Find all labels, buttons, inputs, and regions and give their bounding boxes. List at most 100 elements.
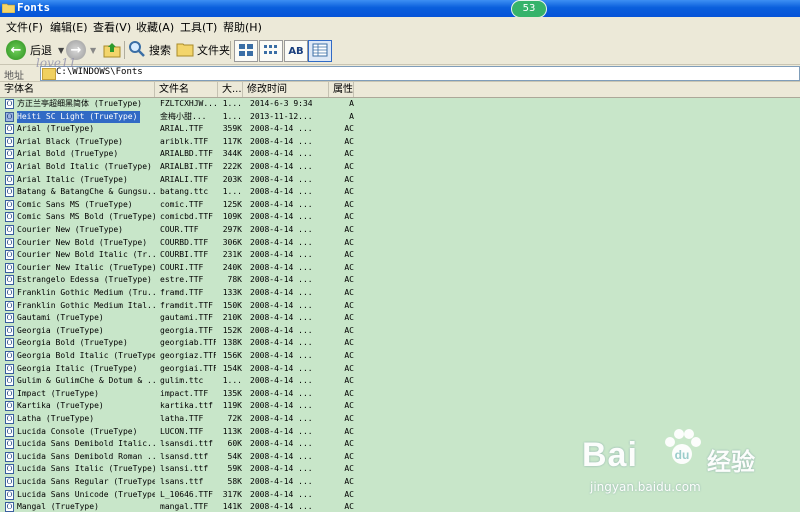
view-large-icons-button[interactable]: [234, 40, 258, 62]
table-row[interactable]: O Impact (TrueType) impact.TTF 135K 2008-4-1…: [0, 388, 800, 400]
view-list-button[interactable]: [259, 40, 283, 62]
table-row[interactable]: O Arial Bold Italic (TrueType) ARIALBI.TTF…: [0, 161, 800, 173]
font-name-cell: Georgia Italic (TrueType): [17, 363, 138, 373]
file-name-cell: 金梅小甜...: [160, 111, 207, 121]
truetype-font-icon: O: [5, 124, 14, 135]
truetype-font-icon: O: [5, 187, 14, 198]
file-name-cell: framd.TTF: [160, 288, 204, 297]
font-name-cell: Heiti SC Light (TrueType): [17, 110, 141, 123]
attributes-cell: AC: [344, 325, 354, 335]
chevron-down-icon[interactable]: ▼: [90, 46, 96, 55]
table-row[interactable]: O Georgia Bold (TrueType) georgiab.TTF 138K…: [0, 337, 800, 349]
file-name-cell: georgiai.TTF: [160, 363, 216, 373]
address-input[interactable]: C:\WINDOWS\Fonts: [40, 66, 800, 81]
modified-cell: 2008-4-14 ...: [250, 464, 312, 474]
size-cell: 1...: [222, 376, 242, 386]
modified-cell: 2014-6-3 9:34: [250, 99, 312, 108]
table-row[interactable]: O Batang & BatangChe & Gungsu... batang.tt…: [0, 186, 800, 198]
file-name-cell: COURI.TTF: [160, 262, 204, 272]
file-name-cell: ARIAL.TTF: [160, 124, 204, 134]
column-header-font-name[interactable]: 字体名: [0, 82, 155, 97]
size-cell: 113K: [222, 426, 242, 436]
size-cell: 54K: [227, 451, 242, 461]
file-name-cell: gulim.ttc: [160, 376, 204, 386]
file-name-cell: estre.TTF: [160, 275, 204, 285]
column-header-size[interactable]: 大...: [218, 82, 243, 97]
menu-help[interactable]: 帮助(H): [223, 19, 262, 35]
font-name-cell: Mangal (TrueType): [17, 502, 99, 512]
font-name-cell: Gautami (TrueType): [17, 313, 104, 323]
table-row[interactable]: O Georgia (TrueType) georgia.TTF 152K 2008-4…: [0, 325, 800, 337]
table-row[interactable]: O Arial Italic (TrueType) ARIALI.TTF 203K 20…: [0, 174, 800, 186]
table-row[interactable]: O Georgia Italic (TrueType) georgiai.TTF 15…: [0, 363, 800, 375]
table-row[interactable]: O Courier New Bold (TrueType) COURBD.TTF 30…: [0, 237, 800, 249]
table-row[interactable]: O Latha (TrueType) latha.TTF 72K 2008-4-14 .…: [0, 413, 800, 425]
table-row[interactable]: O Courier New (TrueType) COUR.TTF 297K 2008-…: [0, 224, 800, 236]
font-name-cell: Comic Sans MS (TrueType): [17, 199, 133, 209]
modified-cell: 2008-4-14 ...: [250, 338, 312, 348]
file-name-cell: comic.TTF: [160, 199, 204, 209]
table-row[interactable]: O Arial Bold (TrueType) ARIALBD.TTF 344K 200…: [0, 148, 800, 160]
table-row[interactable]: O Comic Sans MS Bold (TrueType) comicbd.TT…: [0, 211, 800, 223]
file-name-cell: COURBD.TTF: [160, 237, 209, 247]
table-row[interactable]: O Gautami (TrueType) gautami.TTF 210K 2008-4…: [0, 312, 800, 324]
table-row[interactable]: O Franklin Gothic Medium Ital... framdit.T…: [0, 300, 800, 312]
modified-cell: 2008-4-14 ...: [250, 351, 312, 360]
chevron-down-icon[interactable]: ▼: [58, 46, 64, 55]
column-header-attributes[interactable]: 属性: [329, 82, 354, 97]
table-row[interactable]: O Arial (TrueType) ARIAL.TTF 359K 2008-4-14 …: [0, 123, 800, 135]
file-name-cell: lsansd.ttf: [160, 451, 209, 461]
menu-edit[interactable]: 编辑(E): [50, 19, 88, 35]
file-name-cell: georgiaz.TTF: [160, 351, 216, 360]
svg-text:du: du: [675, 448, 690, 462]
attributes-cell: AC: [344, 451, 354, 461]
table-row[interactable]: O Courier New Italic (TrueType) COURI.TTF 2…: [0, 262, 800, 274]
modified-cell: 2008-4-14 ...: [250, 376, 312, 386]
truetype-font-icon: O: [5, 174, 14, 185]
size-cell: 156K: [222, 351, 242, 360]
attributes-cell: AC: [344, 414, 354, 423]
column-header-modified[interactable]: 修改时间: [243, 82, 329, 97]
paw-icon: du: [660, 426, 704, 473]
font-name-cell: Lucida Sans Demibold Roman ...: [17, 451, 155, 461]
size-cell: 72K: [227, 414, 242, 423]
up-folder-icon: [103, 40, 121, 61]
table-row[interactable]: O Comic Sans MS (TrueType) comic.TTF 125K 20…: [0, 199, 800, 211]
modified-cell: 2013-11-12...: [250, 111, 312, 121]
folder-icon: [1, 2, 16, 14]
size-cell: 150K: [222, 300, 242, 310]
table-row[interactable]: O Georgia Bold Italic (TrueType) georgiaz.…: [0, 350, 800, 362]
attributes-cell: AC: [344, 162, 354, 171]
page-badge: 53: [511, 0, 547, 18]
table-row[interactable]: O Courier New Bold Italic (Tr... COURBI.TT…: [0, 249, 800, 261]
table-row[interactable]: O Kartika (TrueType) kartika.ttf 119K 2008-4…: [0, 400, 800, 412]
table-row[interactable]: O Estrangelo Edessa (TrueType) estre.TTF 78…: [0, 274, 800, 286]
watermark-logo-cn: 经验: [707, 448, 755, 476]
folders-button[interactable]: 文件夹: [176, 39, 230, 61]
large-icons-icon: [238, 43, 254, 60]
search-button[interactable]: 搜索: [128, 39, 171, 61]
truetype-font-icon: O: [5, 237, 14, 248]
table-row[interactable]: O Mangal (TrueType) mangal.TTF 141K 2008-4-1…: [0, 501, 800, 512]
menu-favorites[interactable]: 收藏(A): [136, 19, 174, 35]
attributes-cell: AC: [344, 351, 354, 360]
table-row[interactable]: O Franklin Gothic Medium (Tru... framd.TTF…: [0, 287, 800, 299]
table-row[interactable]: O Heiti SC Light (TrueType) 金梅小甜... 1... 201…: [0, 110, 800, 123]
table-row[interactable]: O Arial Black (TrueType) ariblk.TTF 117K 200…: [0, 136, 800, 148]
table-row[interactable]: O Gulim & GulimChe & Dotum & ... gulim.ttc…: [0, 375, 800, 387]
menu-view[interactable]: 查看(V): [93, 19, 131, 35]
title-bar: Fonts: [0, 0, 800, 17]
font-name-cell: Georgia Bold (TrueType): [17, 338, 128, 348]
table-row[interactable]: O 方正兰亭超细黑简体 (TrueType) FZLTCXHJW... 1... 201…: [0, 98, 800, 110]
column-header-file-name[interactable]: 文件名: [155, 82, 218, 97]
font-name-cell: Lucida Console (TrueType): [17, 426, 138, 436]
up-folder-button[interactable]: [103, 39, 121, 61]
modified-cell: 2008-4-14 ...: [250, 300, 312, 310]
search-label: 搜索: [149, 44, 171, 57]
menu-file[interactable]: 文件(F): [6, 19, 43, 35]
menu-tools[interactable]: 工具(T): [180, 19, 217, 35]
font-file-icon: O: [5, 111, 14, 122]
attributes-cell: AC: [344, 149, 354, 159]
view-font-sample-button[interactable]: AB: [284, 40, 308, 62]
view-details-button[interactable]: [308, 40, 332, 62]
